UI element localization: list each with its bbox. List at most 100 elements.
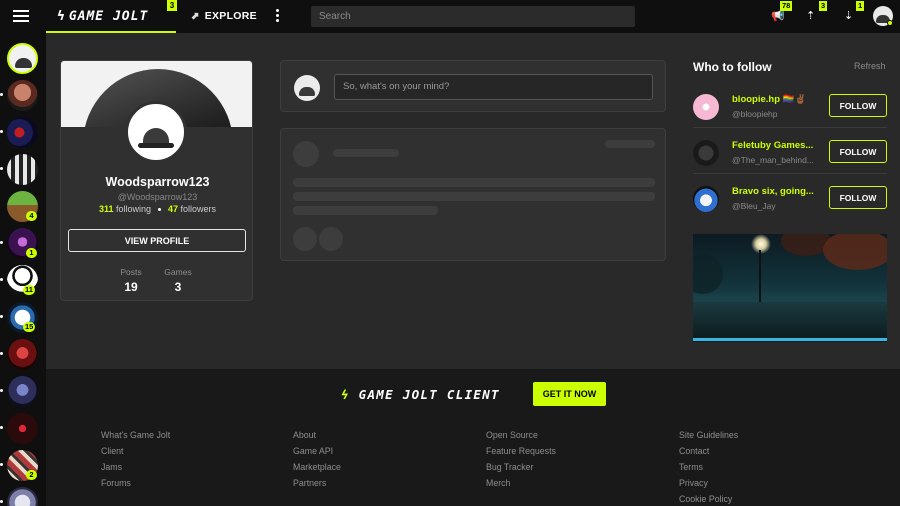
post-composer: So, what's on your mind? [280, 60, 666, 112]
skeleton-line [333, 149, 399, 157]
logo-notification-badge: 3 [167, 0, 177, 11]
game-shortcuts-sidebar: 4 1 11 15 2 [0, 33, 46, 506]
skeleton-line [293, 178, 655, 187]
suggestion-handle: @Bleu_Jay [732, 201, 776, 211]
trophies-icon[interactable]: ⇣ [844, 9, 853, 22]
sidebar-game-12[interactable] [7, 487, 38, 506]
view-profile-button[interactable]: VIEW PROFILE [68, 229, 246, 252]
divider [693, 173, 887, 174]
ground [693, 302, 887, 342]
sidebar-game-badge: 15 [23, 322, 36, 332]
unread-dot [0, 500, 3, 503]
footer-link[interactable]: Privacy [679, 478, 738, 494]
who-to-follow-title: Who to follow [693, 60, 772, 74]
top-nav-bar: ϟGAME JOLT 3 ⬈EXPLORE 📢 78 ⇡ 3 ⇣ 1 [0, 0, 900, 33]
sidebar-game-badge: 4 [26, 211, 37, 221]
post-composer-input[interactable]: So, what's on your mind? [334, 74, 653, 100]
suggestion-handle: @bloopiehp [732, 109, 778, 119]
notifications-stack-icon[interactable]: ⇡ [806, 9, 815, 22]
skeleton-line [605, 140, 655, 148]
footer-link[interactable]: Terms [679, 462, 738, 478]
suggestion-handle: @The_man_behind... [732, 155, 814, 165]
footer-link[interactable]: Site Guidelines [679, 430, 738, 446]
site-footer: ϟ GAME JOLT CLIENT GET IT NOW What's Gam… [46, 369, 900, 506]
sidebar-game-1[interactable] [7, 80, 38, 111]
footer-link[interactable]: Open Source [486, 430, 556, 446]
search-input[interactable] [311, 6, 635, 27]
footer-link[interactable]: Game API [293, 446, 341, 462]
skeleton-button [319, 227, 343, 251]
footer-link[interactable]: Merch [486, 478, 556, 494]
following-link[interactable]: 311 following [99, 204, 151, 214]
follow-suggestion: bloopie.hp 🏳️‍🌈✌🏾 @bloopiehp FOLLOW [693, 91, 887, 135]
unread-dot [0, 278, 3, 281]
skeleton-avatar [293, 141, 319, 167]
suggestion-avatar[interactable] [693, 94, 719, 120]
sidebar-game-2[interactable] [7, 117, 38, 148]
footer-column-4: Site Guidelines Contact Terms Privacy Co… [679, 430, 738, 506]
profile-name[interactable]: Woodsparrow123 [61, 175, 252, 189]
footer-link[interactable]: Bug Tracker [486, 462, 556, 478]
footer-link[interactable]: Cookie Policy [679, 494, 738, 506]
loading-post-placeholder [280, 128, 666, 261]
hamburger-menu-icon[interactable] [13, 10, 29, 22]
sidebar-game-9[interactable] [7, 376, 38, 407]
activity-badge: 78 [780, 1, 793, 11]
sidebar-game-badge: 11 [23, 285, 35, 295]
refresh-link[interactable]: Refresh [854, 61, 886, 71]
footer-link[interactable]: Marketplace [293, 462, 341, 478]
unread-dot [0, 241, 3, 244]
main-content: Woodsparrow123 @Woodsparrow123 311 follo… [46, 33, 900, 369]
footer-link[interactable]: Forums [101, 478, 170, 494]
bolt-icon: ϟ [57, 9, 66, 24]
footer-column-3: Open Source Feature Requests Bug Tracker… [486, 430, 556, 494]
lamp-post [759, 250, 761, 310]
sidebar-game-8[interactable] [7, 339, 38, 370]
notifications-badge: 3 [819, 1, 828, 11]
profile-avatar[interactable] [125, 101, 187, 163]
profile-card: Woodsparrow123 @Woodsparrow123 311 follo… [60, 60, 253, 301]
follow-suggestion: Bravo six, going... @Bleu_Jay FOLLOW [693, 183, 887, 227]
sidebar-game-3[interactable] [7, 154, 38, 185]
sidebar-game-badge: 2 [26, 470, 37, 480]
follow-button[interactable]: FOLLOW [829, 94, 887, 117]
more-options-icon[interactable] [276, 9, 280, 23]
compass-icon: ⬈ [191, 11, 200, 22]
suggestion-name[interactable]: bloopie.hp 🏳️‍🌈✌🏾 [732, 94, 822, 105]
sidebar-game-10[interactable] [7, 413, 38, 444]
games-stat[interactable]: Games 3 [148, 267, 208, 294]
unread-dot [0, 389, 3, 392]
divider [693, 127, 887, 128]
home-logo-link[interactable]: ϟ GAME JOLT [46, 0, 176, 33]
unread-dot [0, 352, 3, 355]
explore-link[interactable]: ⬈ EXPLORE [191, 10, 257, 22]
get-it-now-button[interactable]: GET IT NOW [533, 382, 606, 406]
footer-link[interactable]: About [293, 430, 341, 446]
sidebar-game-badge: 1 [26, 248, 37, 258]
footer-link[interactable]: What's Game Jolt [101, 430, 170, 446]
footer-column-2: About Game API Marketplace Partners [293, 430, 341, 494]
follow-button[interactable]: FOLLOW [829, 140, 887, 163]
footer-link[interactable]: Partners [293, 478, 341, 494]
suggestion-name[interactable]: Feletuby Games... [732, 140, 822, 151]
footer-column-1: What's Game Jolt Client Jams Forums [101, 430, 170, 494]
suggestion-avatar[interactable] [693, 140, 719, 166]
follow-button[interactable]: FOLLOW [829, 186, 887, 209]
unread-dot [0, 315, 3, 318]
sidebar-user-avatar[interactable] [7, 43, 38, 74]
suggestion-name[interactable]: Bravo six, going... [732, 186, 822, 197]
featured-game-image[interactable] [693, 234, 887, 342]
progress-line [693, 338, 887, 341]
unread-dot [0, 426, 3, 429]
unread-dot [0, 130, 3, 133]
suggestion-avatar[interactable] [693, 186, 719, 212]
footer-link[interactable]: Contact [679, 446, 738, 462]
follow-suggestion: Feletuby Games... @The_man_behind... FOL… [693, 137, 887, 181]
unread-dot [0, 93, 3, 96]
footer-link[interactable]: Client [101, 446, 170, 462]
followers-link[interactable]: 47 followers [168, 204, 216, 214]
footer-link[interactable]: Jams [101, 462, 170, 478]
footer-link[interactable]: Feature Requests [486, 446, 556, 462]
unread-dot [0, 167, 3, 170]
profile-handle: @Woodsparrow123 [117, 192, 198, 202]
